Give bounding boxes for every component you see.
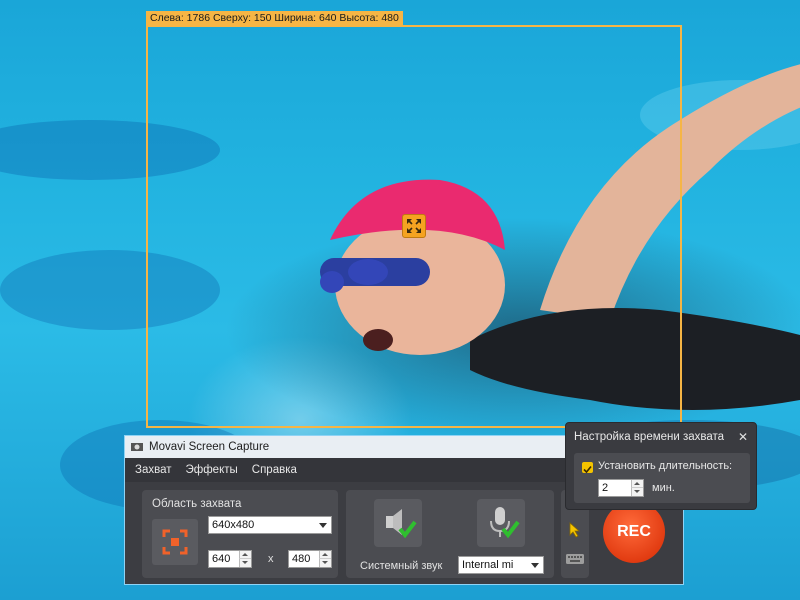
- duration-value: 2: [602, 482, 609, 494]
- height-value: 480: [292, 553, 311, 565]
- chevron-down-icon: [531, 563, 539, 568]
- menu-item-capture[interactable]: Захват: [135, 464, 171, 476]
- system-sound-label: Системный звук: [360, 560, 443, 572]
- checkmark-icon: [583, 465, 592, 474]
- mic-device-value: Internal mi: [462, 559, 514, 571]
- width-stepper[interactable]: 640: [208, 550, 252, 568]
- chevron-down-icon: [319, 523, 327, 528]
- stepper-down-icon[interactable]: [631, 487, 643, 496]
- popup-title: Настройка времени захвата: [574, 431, 725, 443]
- capture-area-panel: Область захвата 640x480 640 x 480: [142, 490, 338, 578]
- width-value: 640: [212, 553, 231, 565]
- speaker-check-icon: [386, 509, 417, 539]
- mic-device-dropdown[interactable]: Internal mi: [458, 556, 544, 574]
- times-sign: x: [268, 553, 274, 565]
- audio-panel: Системный звук Internal mi: [346, 490, 554, 578]
- duration-unit-label: мин.: [652, 482, 675, 494]
- microphone-button[interactable]: [477, 499, 525, 547]
- set-duration-checkbox[interactable]: [582, 462, 593, 474]
- move-handle[interactable]: [402, 214, 426, 238]
- set-duration-label: Установить длительность:: [598, 460, 733, 472]
- window-title: Movavi Screen Capture: [149, 441, 270, 453]
- close-icon[interactable]: ✕: [736, 430, 750, 444]
- stepper-down-icon[interactable]: [319, 558, 331, 567]
- app-camera-icon: [131, 443, 143, 451]
- capture-time-popup: Настройка времени захвата ✕ Установить д…: [565, 422, 757, 510]
- crosshair-frame-icon: [162, 529, 188, 555]
- height-stepper[interactable]: 480: [288, 550, 332, 568]
- cursor-icon[interactable]: [568, 522, 582, 538]
- microphone-check-icon: [490, 507, 520, 539]
- capture-area-title: Область захвата: [152, 498, 242, 510]
- keyboard-icon[interactable]: [565, 552, 585, 566]
- popup-body: Установить длительность: 2 мин.: [574, 453, 750, 503]
- menu-item-help[interactable]: Справка: [252, 464, 297, 476]
- expand-arrows-icon: [407, 219, 421, 233]
- area-preset-dropdown[interactable]: 640x480: [208, 516, 332, 534]
- area-preset-value: 640x480: [212, 519, 255, 531]
- duration-stepper[interactable]: 2: [598, 479, 644, 497]
- record-button[interactable]: REC: [603, 501, 665, 563]
- system-sound-button[interactable]: [374, 499, 422, 547]
- stepper-down-icon[interactable]: [239, 558, 251, 567]
- menu-item-effects[interactable]: Эффекты: [185, 464, 237, 476]
- capture-dimensions-label: Слева: 1786 Сверху: 150 Ширина: 640 Высо…: [146, 11, 403, 25]
- select-area-button[interactable]: [152, 519, 198, 565]
